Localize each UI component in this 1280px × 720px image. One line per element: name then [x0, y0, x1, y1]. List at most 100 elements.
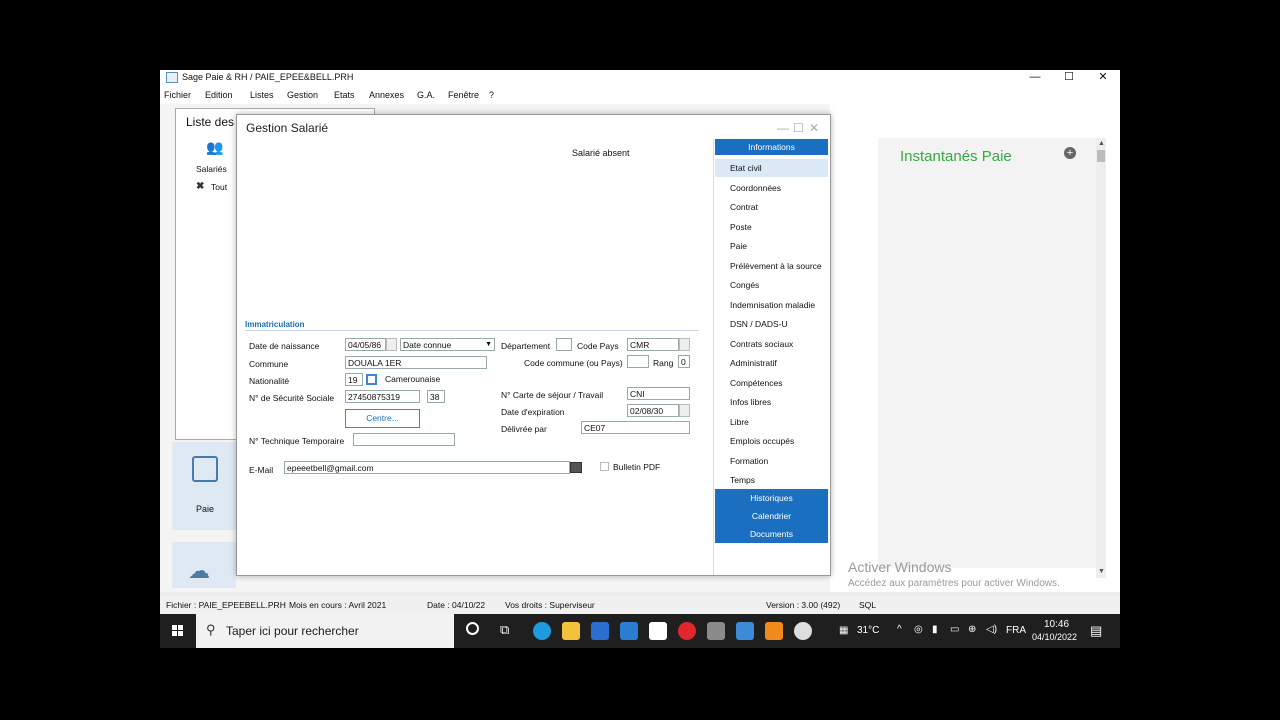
task-view-icon[interactable]: ⧉: [500, 622, 509, 638]
expiration-calendar-icon[interactable]: [679, 404, 690, 417]
menu-ga[interactable]: G.A.: [417, 90, 435, 100]
nationalite-code-input[interactable]: 19: [345, 373, 363, 386]
chevron-down-icon: ▼: [485, 341, 492, 348]
weather-icon[interactable]: ▦: [839, 625, 848, 636]
nav-poste[interactable]: Poste: [715, 218, 828, 236]
dialog-minimize-icon[interactable]: —: [777, 121, 789, 135]
maximize-icon[interactable]: ☐: [1052, 70, 1086, 86]
battery-icon[interactable]: ▭: [950, 624, 959, 635]
scrollbar[interactable]: ▲ ▼: [1096, 138, 1106, 578]
nav-calendrier[interactable]: Calendrier: [715, 511, 828, 521]
file-explorer-icon[interactable]: [562, 622, 580, 640]
vlc-icon[interactable]: [765, 622, 783, 640]
taskbar: ⚲ Taper ici pour rechercher ⧉ ▦ 31°C ^ ◎…: [160, 614, 1120, 648]
store-icon[interactable]: [591, 622, 609, 640]
menu-gestion[interactable]: Gestion: [287, 90, 318, 100]
secu-key-input[interactable]: 38: [427, 390, 445, 403]
nav-contrats-sociaux[interactable]: Contrats sociaux: [715, 335, 828, 353]
language[interactable]: FRA: [1006, 625, 1026, 636]
nav-header[interactable]: Informations: [715, 139, 828, 155]
nav-etat-civil[interactable]: Etat civil: [715, 159, 828, 177]
nav-contrat[interactable]: Contrat: [715, 198, 828, 216]
carte-sejour-input[interactable]: CNI: [627, 387, 690, 400]
tech-input[interactable]: [353, 433, 455, 446]
scroll-down-icon[interactable]: ▼: [1098, 568, 1105, 575]
menu-edition[interactable]: Edition: [205, 90, 233, 100]
recorder-icon[interactable]: [794, 622, 812, 640]
edge-icon[interactable]: [533, 622, 551, 640]
mic-icon[interactable]: ▮: [932, 624, 938, 635]
temperature[interactable]: 31°C: [857, 625, 879, 636]
document-icon[interactable]: [649, 622, 667, 640]
minimize-icon[interactable]: —: [1018, 70, 1052, 86]
nav-formation[interactable]: Formation: [715, 452, 828, 470]
nav-infos-libres[interactable]: Infos libres: [715, 393, 828, 411]
nav-temps[interactable]: Temps: [715, 471, 828, 489]
menu-etats[interactable]: Etats: [334, 90, 355, 100]
dialog-close-icon[interactable]: ✕: [809, 121, 819, 135]
nav-indemnisation[interactable]: Indemnisation maladie: [715, 296, 828, 314]
menu-bar: Fichier Edition Listes Gestion Etats Ann…: [160, 86, 1120, 104]
info-nav: Informations Etat civil Coordonnées Cont…: [715, 139, 828, 547]
birth-date-input[interactable]: 04/05/86: [345, 338, 386, 351]
dialog-maximize-icon[interactable]: ☐: [793, 121, 804, 135]
code-commune-input[interactable]: [627, 355, 649, 368]
menu-fenetre[interactable]: Fenêtre: [448, 90, 479, 100]
paie-tile[interactable]: Paie: [172, 442, 236, 530]
commune-input[interactable]: DOUALA 1ER: [345, 356, 487, 369]
tools-icon[interactable]: [707, 622, 725, 640]
instantanes-panel: Instantanés Paie +: [878, 138, 1096, 568]
nav-administratif[interactable]: Administratif: [715, 354, 828, 372]
notification-icon[interactable]: ▤: [1090, 623, 1102, 639]
status-bar: Fichier : PAIE_EPEEBELL.PRH Mois en cour…: [160, 596, 1120, 614]
nav-competences[interactable]: Compétences: [715, 374, 828, 392]
scroll-up-icon[interactable]: ▲: [1098, 140, 1105, 147]
email-icon[interactable]: [570, 462, 582, 473]
scroll-thumb[interactable]: [1097, 150, 1105, 162]
email-input[interactable]: epeeetbell@gmail.com: [284, 461, 570, 474]
clock-time[interactable]: 10:46: [1044, 619, 1069, 630]
code-pays-input[interactable]: CMR: [627, 338, 679, 351]
birth-type-select[interactable]: Date connue ▼: [400, 338, 495, 351]
close-filter-icon[interactable]: ✖: [196, 181, 204, 192]
sage-icon[interactable]: [736, 622, 754, 640]
departement-input[interactable]: [556, 338, 572, 351]
menu-help[interactable]: ?: [489, 90, 494, 100]
menu-annexes[interactable]: Annexes: [369, 90, 404, 100]
secu-input[interactable]: 27450875319: [345, 390, 420, 403]
nav-libre[interactable]: Libre: [715, 413, 828, 431]
nav-paie[interactable]: Paie: [715, 237, 828, 255]
bulletin-pdf-checkbox[interactable]: [600, 462, 609, 471]
nav-emplois[interactable]: Emplois occupés: [715, 432, 828, 450]
centre-button[interactable]: Centre...: [345, 409, 420, 428]
volume-icon[interactable]: ◁): [986, 624, 997, 635]
cortana-icon[interactable]: [466, 622, 479, 635]
code-pays-lookup-icon[interactable]: [679, 338, 690, 351]
opera-icon[interactable]: [678, 622, 696, 640]
taskbar-search[interactable]: ⚲ Taper ici pour rechercher: [196, 614, 454, 648]
rang-input[interactable]: 0: [678, 355, 690, 368]
add-icon[interactable]: +: [1064, 147, 1076, 159]
nav-documents[interactable]: Documents: [715, 529, 828, 539]
clock-date[interactable]: 04/10/2022: [1032, 632, 1077, 642]
tray-chevron-icon[interactable]: ^: [897, 624, 902, 635]
expiration-input[interactable]: 02/08/30: [627, 404, 679, 417]
cloud-tile[interactable]: ☁: [172, 542, 236, 588]
delivree-input[interactable]: CE07: [581, 421, 690, 434]
network-icon[interactable]: ◎: [914, 624, 923, 635]
menu-fichier[interactable]: Fichier: [164, 90, 191, 100]
globe-icon[interactable]: ⊕: [968, 624, 976, 635]
tout-label[interactable]: Tout: [211, 182, 227, 192]
nav-historiques[interactable]: Historiques: [715, 493, 828, 503]
mail-icon[interactable]: [620, 622, 638, 640]
nav-conges[interactable]: Congés: [715, 276, 828, 294]
nav-dsn[interactable]: DSN / DADS-U: [715, 315, 828, 333]
windows-start-icon[interactable]: [172, 625, 184, 637]
nationalite-lookup-button[interactable]: [366, 374, 377, 385]
menu-listes[interactable]: Listes: [250, 90, 274, 100]
nav-prelevement[interactable]: Prélèvement à la source: [715, 257, 828, 275]
salaries-label[interactable]: Salariés: [196, 164, 227, 174]
nav-coordonnees[interactable]: Coordonnées: [715, 179, 828, 197]
calendar-icon[interactable]: [386, 338, 397, 351]
close-icon[interactable]: ✕: [1086, 70, 1120, 86]
